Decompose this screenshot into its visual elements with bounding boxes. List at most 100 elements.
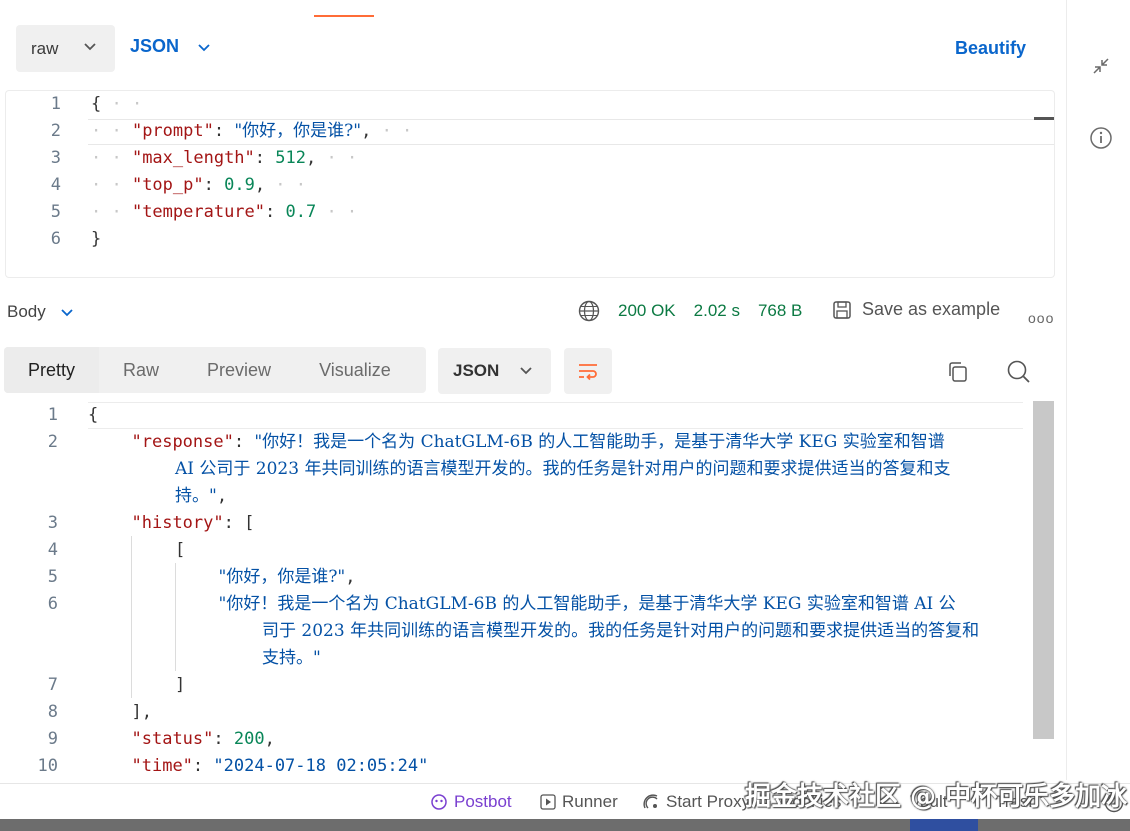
code-token: "time" xyxy=(131,756,193,771)
code-token: AI 公司于 2023 年共同训练的语言模型开发的。我的任务是针对用户的问题和要… xyxy=(175,459,951,479)
code-text: "response": "你好！我是一个名为 ChatGLM-6B 的人工智能助… xyxy=(132,429,945,456)
chevron-down-icon xyxy=(520,367,532,375)
wrap-icon xyxy=(579,364,597,381)
code-token: · · xyxy=(316,148,358,168)
line-number: 9 xyxy=(47,729,58,749)
code-line: 6 "你好！我是一个名为 ChatGLM-6B 的人工智能助手，是基于清华大学 K… xyxy=(0,591,1055,618)
code-token: : xyxy=(265,202,286,222)
taskbar-highlight xyxy=(910,819,978,831)
code-text: AI 公司于 2023 年共同训练的语言模型开发的。我的任务是针对用户的问题和要… xyxy=(175,456,950,483)
code-token: · · xyxy=(91,175,132,195)
line-number: 5 xyxy=(47,567,58,587)
code-text: 支持。" xyxy=(262,645,321,672)
code-token: : xyxy=(233,432,255,452)
code-token: · · xyxy=(316,202,358,222)
runner-button[interactable]: Runner xyxy=(540,792,618,812)
code-text: [ xyxy=(175,537,185,564)
code-token: "2024-07-18 02:05:24" xyxy=(213,756,429,771)
code-line: AI 公司于 2023 年共同训练的语言模型开发的。我的任务是针对用户的问题和要… xyxy=(0,456,1055,483)
status-code[interactable]: 200 OK xyxy=(618,301,676,321)
code-line: 5 · · "temperature": 0.7 · · xyxy=(6,199,1054,226)
start-proxy-label: Start Proxy xyxy=(666,792,751,811)
code-text: { xyxy=(88,402,98,429)
line-number: 6 xyxy=(47,594,58,614)
language-label: JSON xyxy=(130,36,180,56)
line-number: 10 xyxy=(37,756,58,771)
save-as-example-button[interactable]: Save as example xyxy=(832,299,1000,320)
copy-icon[interactable] xyxy=(946,360,970,384)
beautify-button[interactable]: Beautify xyxy=(955,38,1026,59)
collapse-icon[interactable] xyxy=(1089,54,1113,78)
code-token: "你好，你是谁?" xyxy=(218,567,346,587)
line-number: 1 xyxy=(47,405,58,425)
code-token: · · xyxy=(265,175,307,195)
code-token: , xyxy=(216,486,228,506)
code-line: 6} xyxy=(6,226,1054,253)
code-line: 支持。" xyxy=(0,645,1055,672)
postbot-button[interactable]: Postbot xyxy=(430,792,512,812)
watermark: 掘金技术社区 @ 中杯可乐多加冰 xyxy=(745,782,1128,812)
top-tabs-clipped xyxy=(250,0,650,12)
more-options-button[interactable]: ooo xyxy=(1028,310,1054,326)
code-line: 9 "status": 200, xyxy=(0,726,1055,753)
code-token: "top_p" xyxy=(131,175,204,195)
code-token: "temperature" xyxy=(131,202,266,222)
code-token: "status" xyxy=(131,729,214,749)
tab-visualize[interactable]: Visualize xyxy=(295,347,415,393)
code-line: 持。", xyxy=(0,483,1055,510)
code-line: 8], xyxy=(0,699,1055,726)
response-body-viewer[interactable]: 1 {2 "response": "你好！我是一个名为 ChatGLM-6B 的人工… xyxy=(0,401,1055,771)
globe-icon[interactable] xyxy=(578,300,600,322)
code-text: "status": 200, xyxy=(132,726,275,753)
code-line: 10 "time": "2024-07-18 02:05:24" xyxy=(0,753,1055,771)
code-token: 200 xyxy=(233,729,265,749)
code-token: : xyxy=(254,148,276,168)
response-body-dropdown[interactable]: Body xyxy=(7,302,74,322)
code-text: "你好！我是一个名为 ChatGLM-6B 的人工智能助手，是基于清华大学 KE… xyxy=(219,591,956,618)
tab-pretty[interactable]: Pretty xyxy=(4,347,100,393)
info-icon[interactable] xyxy=(1089,126,1113,150)
start-proxy-button[interactable]: Start Proxy xyxy=(642,792,750,812)
code-token: ], xyxy=(131,702,152,722)
code-token: 司于 2023 年共同训练的语言模型开发的。我的任务是针对用户的问题和要求提供适… xyxy=(262,621,980,641)
line-number: 6 xyxy=(50,229,61,249)
body-mode-dropdown[interactable]: raw xyxy=(16,25,115,72)
taskbar-strip xyxy=(0,819,1130,831)
response-size[interactable]: 768 B xyxy=(758,301,802,321)
code-text: · · "top_p": 0.9, · · xyxy=(91,172,306,199)
line-number: 2 xyxy=(47,432,58,452)
code-token: : xyxy=(192,756,214,771)
code-token: : xyxy=(203,175,225,195)
response-format-dropdown[interactable]: JSON xyxy=(438,348,551,394)
code-token: "你好！我是一个名为 ChatGLM-6B 的人工智能助手，是基于清华大学 KE… xyxy=(254,432,945,452)
code-line: 4 · · "top_p": 0.9, · · xyxy=(6,172,1054,199)
wrap-lines-button[interactable] xyxy=(564,348,612,394)
response-time[interactable]: 2.02 s xyxy=(694,301,740,321)
code-token: 0.7 xyxy=(285,202,317,222)
code-text: · · "max_length": 512, · · xyxy=(91,145,357,172)
code-token: 持。" xyxy=(175,486,217,506)
chevron-down-icon xyxy=(198,43,210,51)
line-number: 4 xyxy=(50,175,61,195)
tab-raw[interactable]: Raw xyxy=(99,347,183,393)
request-body-toolbar: raw JSON Beautify xyxy=(0,22,1066,74)
chevron-down-icon xyxy=(61,309,73,317)
code-token: "你好！我是一个名为 ChatGLM-6B 的人工智能助手，是基于清华大学 KE… xyxy=(218,594,956,614)
postbot-icon xyxy=(431,794,447,810)
code-text: · · "prompt": "你好，你是谁?", · · xyxy=(91,118,412,145)
code-token: "max_length" xyxy=(131,148,255,168)
active-tab-underline xyxy=(314,15,374,17)
code-token: , xyxy=(361,121,372,141)
request-body-editor[interactable]: 1 { · · 2 · · "prompt": "你好，你是谁?", · · 3 · · … xyxy=(5,90,1055,278)
code-text: 持。", xyxy=(175,483,227,510)
proxy-icon xyxy=(643,794,658,809)
code-token: "你好，你是谁?" xyxy=(234,121,362,141)
tab-preview[interactable]: Preview xyxy=(183,347,295,393)
line-number: 8 xyxy=(47,702,58,722)
code-token: { xyxy=(88,405,99,425)
code-token: · · xyxy=(91,202,132,222)
search-icon[interactable] xyxy=(1006,359,1031,384)
code-token: { xyxy=(91,94,102,114)
language-dropdown[interactable]: JSON xyxy=(130,36,211,57)
code-token: , xyxy=(305,148,317,168)
